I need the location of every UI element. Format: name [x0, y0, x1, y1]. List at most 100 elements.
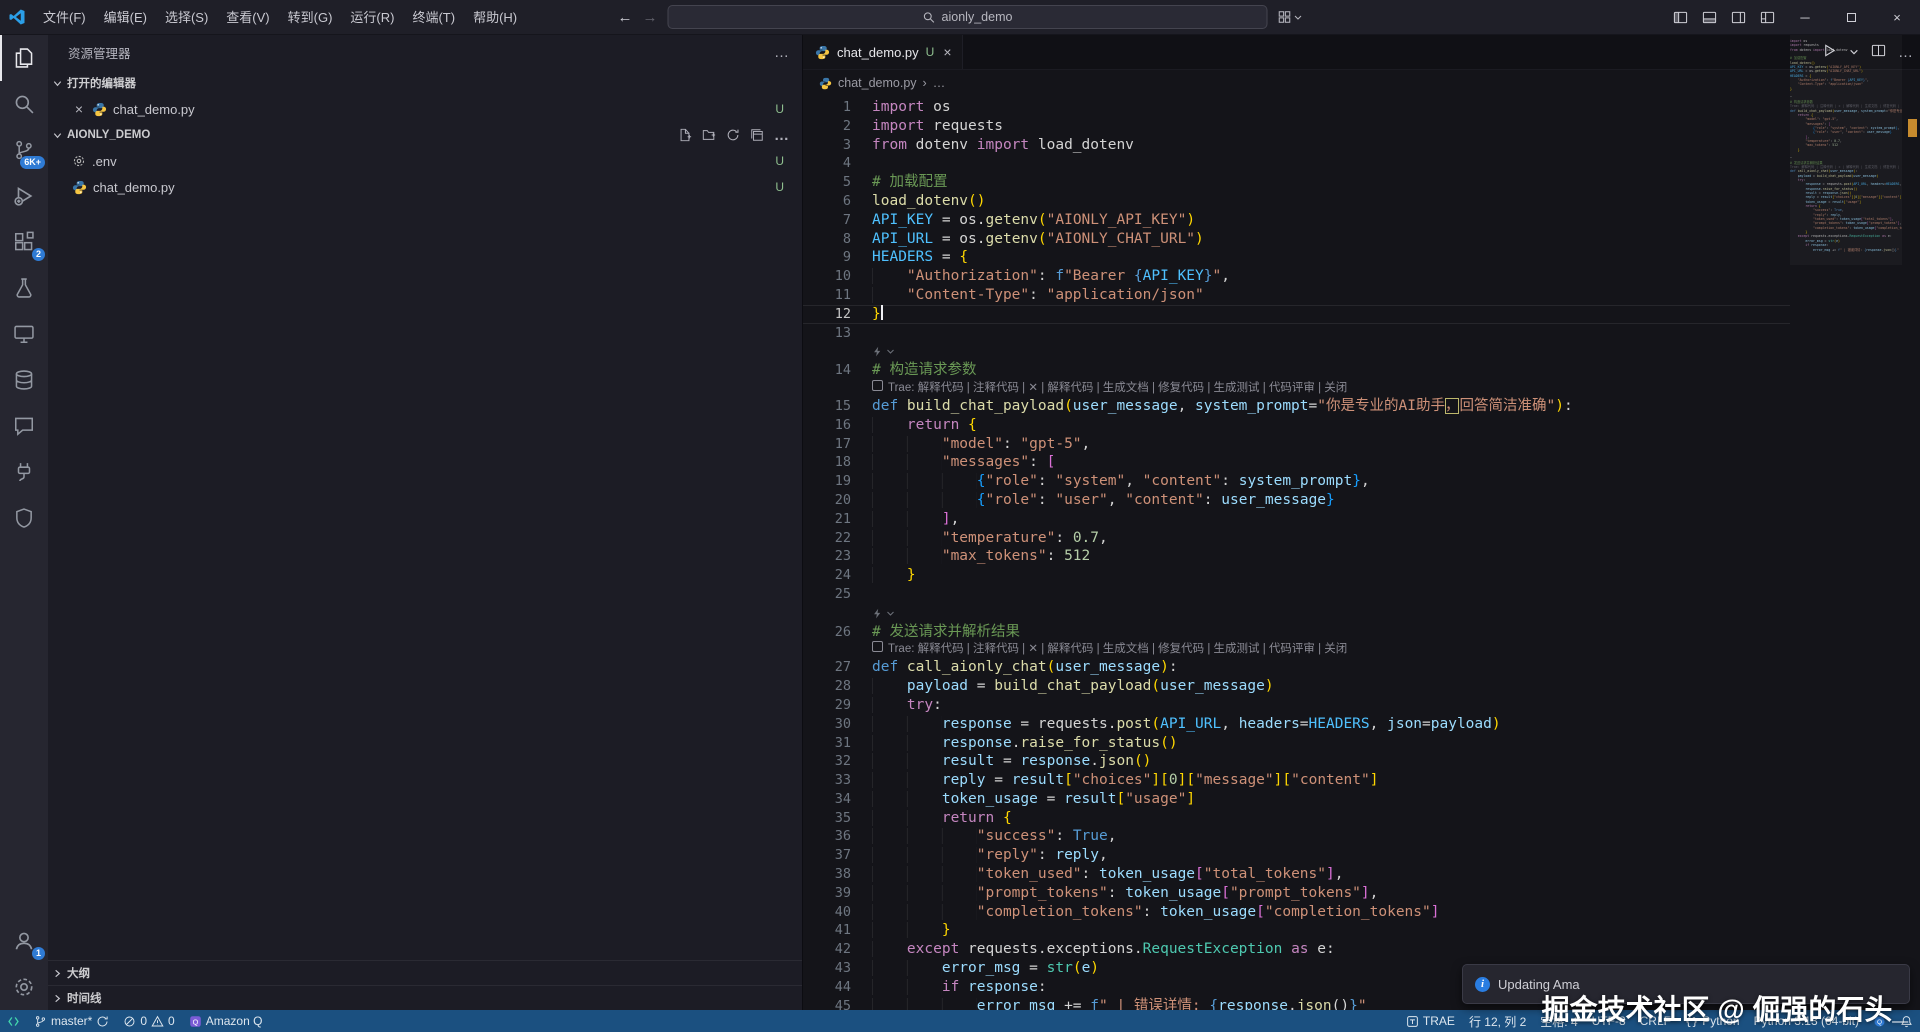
project-folder-header[interactable]: AIONLY_DEMO … — [48, 122, 802, 148]
line-number[interactable]: 30 — [803, 715, 851, 734]
open-editors-header[interactable]: 打开的编辑器 — [48, 70, 802, 96]
line-number[interactable]: 19 — [803, 472, 851, 491]
line-number[interactable]: 34 — [803, 790, 851, 809]
code-line-31[interactable]: 31 response.raise_for_status() — [803, 734, 1790, 753]
trae-inline-ai-button[interactable] — [803, 342, 1790, 361]
line-number[interactable]: 8 — [803, 230, 851, 249]
indentation-status[interactable]: 空格: 4 — [1533, 1010, 1584, 1032]
code-line-2[interactable]: 2import requests — [803, 117, 1790, 136]
remote-indicator[interactable] — [0, 1010, 27, 1032]
line-number[interactable]: 25 — [803, 585, 851, 604]
line-number[interactable]: 17 — [803, 435, 851, 454]
menubar-item[interactable]: 终端(T) — [403, 0, 464, 35]
code-line-10[interactable]: 10 "Authorization": f"Bearer {API_KEY}", — [803, 267, 1790, 286]
menubar-item[interactable]: 帮助(H) — [464, 0, 526, 35]
code-line-35[interactable]: 35 return { — [803, 809, 1790, 828]
session-layout-icon[interactable] — [1278, 10, 1303, 24]
line-number[interactable]: 45 — [803, 997, 851, 1010]
line-number[interactable]: 32 — [803, 752, 851, 771]
code-line-12[interactable]: 12} — [803, 305, 1790, 324]
line-number[interactable]: 14 — [803, 361, 851, 380]
explorer-more-actions[interactable]: … — [774, 44, 790, 61]
problems-status[interactable]: 0 0 — [116, 1010, 181, 1032]
code-line-8[interactable]: 8API_URL = os.getenv("AIONLY_CHAT_URL") — [803, 230, 1790, 249]
line-number[interactable]: 27 — [803, 658, 851, 677]
encoding-status[interactable]: UTF-8 — [1585, 1010, 1633, 1032]
code-line-24[interactable]: 24 } — [803, 566, 1790, 585]
line-number[interactable]: 33 — [803, 771, 851, 790]
toggle-panel-icon[interactable] — [1695, 10, 1724, 25]
code-line-17[interactable]: 17 "model": "gpt-5", — [803, 435, 1790, 454]
code-line-34[interactable]: 34 token_usage = result["usage"] — [803, 790, 1790, 809]
minimap[interactable]: import osimport requestsfrom dotenv impo… — [1790, 35, 1902, 1010]
line-number[interactable]: 6 — [803, 192, 851, 211]
code-line-38[interactable]: 38 "token_used": token_usage["total_toke… — [803, 865, 1790, 884]
menubar-item[interactable]: 运行(R) — [341, 0, 403, 35]
line-number[interactable]: 40 — [803, 903, 851, 922]
git-branch-status[interactable]: master* — [27, 1010, 116, 1032]
line-number[interactable]: 35 — [803, 809, 851, 828]
menubar-item[interactable]: 转到(G) — [279, 0, 342, 35]
code-line-3[interactable]: 3from dotenv import load_dotenv — [803, 136, 1790, 155]
code-line-15[interactable]: 15def build_chat_payload(user_message, s… — [803, 397, 1790, 416]
collapse-all-icon[interactable] — [750, 128, 764, 142]
amazonq-statusbar-icon[interactable]: Q — [1866, 1010, 1893, 1032]
activity-run-debug[interactable] — [0, 173, 48, 219]
code-line-30[interactable]: 30 response = requests.post(API_URL, hea… — [803, 715, 1790, 734]
open-editor-item[interactable]: × chat_demo.py U — [48, 96, 802, 122]
code-line-1[interactable]: 1import os — [803, 98, 1790, 117]
forward-arrow-icon[interactable]: → — [643, 9, 658, 26]
code-line-5[interactable]: 5# 加载配置 — [803, 173, 1790, 192]
toggle-secondary-sidebar-icon[interactable] — [1724, 10, 1753, 25]
line-number[interactable]: 42 — [803, 940, 851, 959]
line-number[interactable]: 26 — [803, 623, 851, 642]
line-number[interactable]: 39 — [803, 884, 851, 903]
line-number[interactable]: 18 — [803, 453, 851, 472]
settings-button[interactable] — [0, 964, 48, 1010]
file-item-chat-demo[interactable]: chat_demo.py U — [48, 174, 802, 200]
code-line-36[interactable]: 36 "success": True, — [803, 827, 1790, 846]
amazonq-status[interactable]: Q Amazon Q — [182, 1010, 270, 1032]
activity-plugin[interactable] — [0, 449, 48, 495]
line-number[interactable]: 9 — [803, 248, 851, 267]
file-item-env[interactable]: .env U — [48, 148, 802, 174]
code-line-6[interactable]: 6load_dotenv() — [803, 192, 1790, 211]
line-number[interactable]: 7 — [803, 211, 851, 230]
breadcrumb-file[interactable]: chat_demo.py — [838, 76, 917, 90]
activity-testing[interactable] — [0, 265, 48, 311]
line-number[interactable]: 43 — [803, 959, 851, 978]
activity-source-control[interactable]: 6K+ — [0, 127, 48, 173]
toggle-sidebar-icon[interactable] — [1666, 10, 1695, 25]
code-line-41[interactable]: 41 } — [803, 921, 1790, 940]
code-line-20[interactable]: 20 {"role": "user", "content": user_mess… — [803, 491, 1790, 510]
minimize-button[interactable]: ─ — [1782, 0, 1828, 35]
cursor-position[interactable]: 行 12, 列 2 — [1462, 1010, 1533, 1032]
code-line-9[interactable]: 9HEADERS = { — [803, 248, 1790, 267]
outline-section-header[interactable]: 大纲 — [48, 960, 802, 985]
language-mode[interactable]: {} Python — [1678, 1010, 1747, 1032]
code-editor[interactable]: 1import os2import requests3from dotenv i… — [803, 96, 1790, 1010]
python-interpreter[interactable]: Python 3.13 (64-bit) — [1747, 1010, 1866, 1032]
line-number[interactable]: 24 — [803, 566, 851, 585]
line-number[interactable]: 29 — [803, 696, 851, 715]
code-line-16[interactable]: 16 return { — [803, 416, 1790, 435]
line-number[interactable]: 31 — [803, 734, 851, 753]
trae-codelens[interactable]: Trae: 解释代码 | 注释代码 | ✕ | 解释代码 | 生成文档 | 修复… — [803, 641, 1790, 658]
code-line-26[interactable]: 26# 发送请求并解析结果 — [803, 623, 1790, 642]
new-file-icon[interactable] — [678, 128, 692, 142]
timeline-section-header[interactable]: 时间线 — [48, 985, 802, 1010]
activity-security[interactable] — [0, 495, 48, 541]
maximize-button[interactable] — [1828, 0, 1874, 35]
code-line-4[interactable]: 4 — [803, 154, 1790, 173]
customize-layout-icon[interactable] — [1753, 10, 1782, 25]
activity-extensions[interactable]: 2 — [0, 219, 48, 265]
line-number[interactable]: 36 — [803, 827, 851, 846]
close-button[interactable]: × — [1874, 0, 1920, 35]
menubar-item[interactable]: 编辑(E) — [95, 0, 156, 35]
code-line-29[interactable]: 29 try: — [803, 696, 1790, 715]
menubar-item[interactable]: 选择(S) — [156, 0, 217, 35]
line-number[interactable]: 3 — [803, 136, 851, 155]
tab-close-icon[interactable]: × — [943, 44, 951, 60]
breadcrumb-symbol[interactable]: … — [933, 76, 946, 90]
line-number[interactable]: 11 — [803, 286, 851, 305]
